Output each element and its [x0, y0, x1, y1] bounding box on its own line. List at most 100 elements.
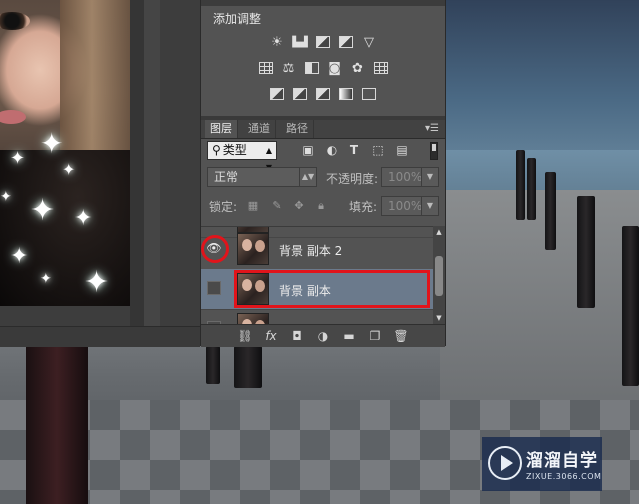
layer-row[interactable]: 👁︎ 背景 副本 2 [201, 229, 433, 270]
sparkle-star: ✦ [40, 271, 52, 287]
lock-move-icon[interactable]: ✥ [293, 200, 305, 212]
panel-menu-icon[interactable]: ▾☰ [425, 123, 439, 134]
group-folder-icon[interactable]: ▬ [341, 329, 357, 343]
color-lookup-icon[interactable] [372, 60, 390, 76]
fill-field[interactable]: 100% ▼ [381, 196, 439, 216]
opacity-field[interactable]: 100% ▼ [381, 167, 439, 187]
sparkle-star: ✦ [84, 265, 110, 300]
hue-saturation-icon[interactable] [257, 60, 275, 76]
pixel-filter-icon[interactable]: ▣ [301, 143, 315, 157]
trash-icon[interactable]: 🗑︎ [393, 329, 409, 343]
pier-post [234, 346, 262, 388]
link-icon[interactable]: ⛓ [237, 329, 253, 343]
invert-icon[interactable] [268, 86, 286, 102]
type-filter-icon[interactable]: T [347, 143, 361, 157]
gradient-map-icon[interactable] [337, 86, 355, 102]
canvas-status-bar [0, 326, 200, 347]
scroll-down-arrow-icon[interactable]: ▼ [433, 312, 445, 324]
fill-value: 100% [388, 199, 423, 213]
channel-mixer-icon[interactable]: ✿ [349, 60, 367, 76]
adjustments-row-2: ⚖ ◙ ✿ [201, 60, 445, 80]
photoshop-panel: 添加调整 ☀ ▙▟ ▽ ⚖ ◙ ✿ 图层 通道 路径 ▾☰ ⚲类型 ▲▼ ▣ ◐… [200, 0, 446, 347]
foreground-post [26, 340, 88, 504]
filter-kind-label: 类型 [222, 143, 247, 157]
blend-mode-select[interactable]: 正常 ▲▼ [207, 167, 317, 187]
layer-row[interactable] [201, 309, 433, 325]
selection-highlight-box [234, 270, 430, 308]
pier-post [545, 172, 556, 250]
posterize-icon[interactable] [291, 86, 309, 102]
fill-label: 填充: [349, 200, 378, 214]
lock-all-icon[interactable]: 🔒︎ [315, 200, 327, 212]
color-balance-icon[interactable]: ⚖ [280, 60, 298, 76]
layer-thumbnail [237, 233, 269, 265]
layers-tab-bar: 图层 通道 路径 ▾☰ [201, 120, 445, 139]
watermark-title: 溜溜自学 [526, 451, 598, 471]
pier-post [577, 196, 595, 308]
sparkle-star: ✦ [74, 206, 93, 231]
layer-filter-row: ⚲类型 ▲▼ ▣ ◐ T ⬚ ▤ [201, 140, 445, 172]
tab-layers[interactable]: 图层 [205, 120, 238, 138]
adjustment-filter-icon[interactable]: ◐ [325, 143, 339, 157]
dropdown-arrow-icon: ▼ [421, 197, 438, 215]
pier-post [527, 158, 536, 220]
search-icon: ⚲ [212, 143, 221, 157]
pier-walkway [440, 190, 639, 420]
adjustments-row-1: ☀ ▙▟ ▽ [201, 34, 445, 54]
lock-label: 锁定: [209, 200, 238, 214]
filter-toggle-switch[interactable] [430, 142, 438, 160]
play-logo-icon [488, 446, 522, 480]
vibrance-icon[interactable]: ▽ [360, 34, 378, 50]
curves-icon[interactable] [314, 34, 332, 50]
canvas-pasteboard [130, 0, 144, 346]
opacity-value: 100% [388, 170, 423, 184]
tab-paths[interactable]: 路径 [281, 120, 314, 138]
eye-highlight-circle [201, 235, 229, 263]
layer-row-selected[interactable]: 背景 副本 [201, 269, 433, 310]
document-canvas[interactable]: ✦ ✦ ✦ ✦ ✦ ✦ ✦ ✦ ✦ [0, 0, 201, 347]
pier-post [516, 150, 525, 220]
levels-icon[interactable]: ▙▟ [291, 34, 309, 50]
watermark-subtitle: ZIXUE.3066.COM [526, 472, 602, 481]
sparkle-star: ✦ [40, 127, 64, 160]
scroll-thumb[interactable] [435, 256, 443, 296]
lock-brush-icon[interactable]: ✎ [271, 200, 283, 212]
threshold-icon[interactable] [314, 86, 332, 102]
sparkle-star: ✦ [10, 148, 26, 169]
adjustments-title: 添加调整 [213, 12, 262, 26]
dropdown-arrow-icon: ▲▼ [299, 168, 316, 186]
sparkle-star: ✦ [30, 193, 56, 228]
canvas-pasteboard-edge [144, 0, 160, 346]
adjustment-icon[interactable]: ◑ [315, 329, 331, 343]
layers-list: 👁︎ 背景 副本 2 背景 副本 [201, 226, 433, 325]
photo-eye [0, 12, 30, 30]
opacity-label: 不透明度: [326, 172, 379, 186]
pier-post [622, 226, 639, 386]
shape-filter-icon[interactable]: ⬚ [371, 143, 385, 157]
adjustments-row-3 [201, 86, 445, 106]
new-layer-icon[interactable]: ❐ [367, 329, 383, 343]
photo-lips [0, 110, 26, 124]
visibility-toggle-empty[interactable] [207, 281, 221, 295]
pier-post [206, 346, 220, 384]
tab-channels[interactable]: 通道 [243, 120, 276, 138]
fx-icon[interactable]: fx [263, 329, 279, 343]
blend-mode-value: 正常 [214, 170, 239, 184]
black-white-icon[interactable] [303, 60, 321, 76]
portrait-photo: ✦ ✦ ✦ ✦ ✦ ✦ ✦ ✦ ✦ [0, 0, 130, 306]
sparkle-star: ✦ [62, 160, 76, 179]
panel-header-strip [201, 0, 445, 6]
sparkle-star: ✦ [0, 189, 12, 205]
mask-icon[interactable]: ◘ [289, 329, 305, 343]
scroll-up-arrow-icon[interactable]: ▲ [433, 226, 445, 238]
layer-name: 背景 副本 2 [279, 244, 343, 258]
exposure-icon[interactable] [337, 34, 355, 50]
selective-color-icon[interactable] [360, 86, 378, 102]
brightness-contrast-icon[interactable]: ☀ [268, 34, 286, 50]
photo-filter-icon[interactable]: ◙ [326, 60, 344, 76]
watermark-logo: 溜溜自学 ZIXUE.3066.COM [482, 437, 602, 491]
layers-scrollbar[interactable]: ▲ ▼ [433, 226, 445, 324]
lock-transparent-icon[interactable]: ▦ [247, 200, 259, 212]
filter-kind-select[interactable]: ⚲类型 ▲▼ [207, 141, 277, 172]
smart-object-filter-icon[interactable]: ▤ [395, 143, 409, 157]
